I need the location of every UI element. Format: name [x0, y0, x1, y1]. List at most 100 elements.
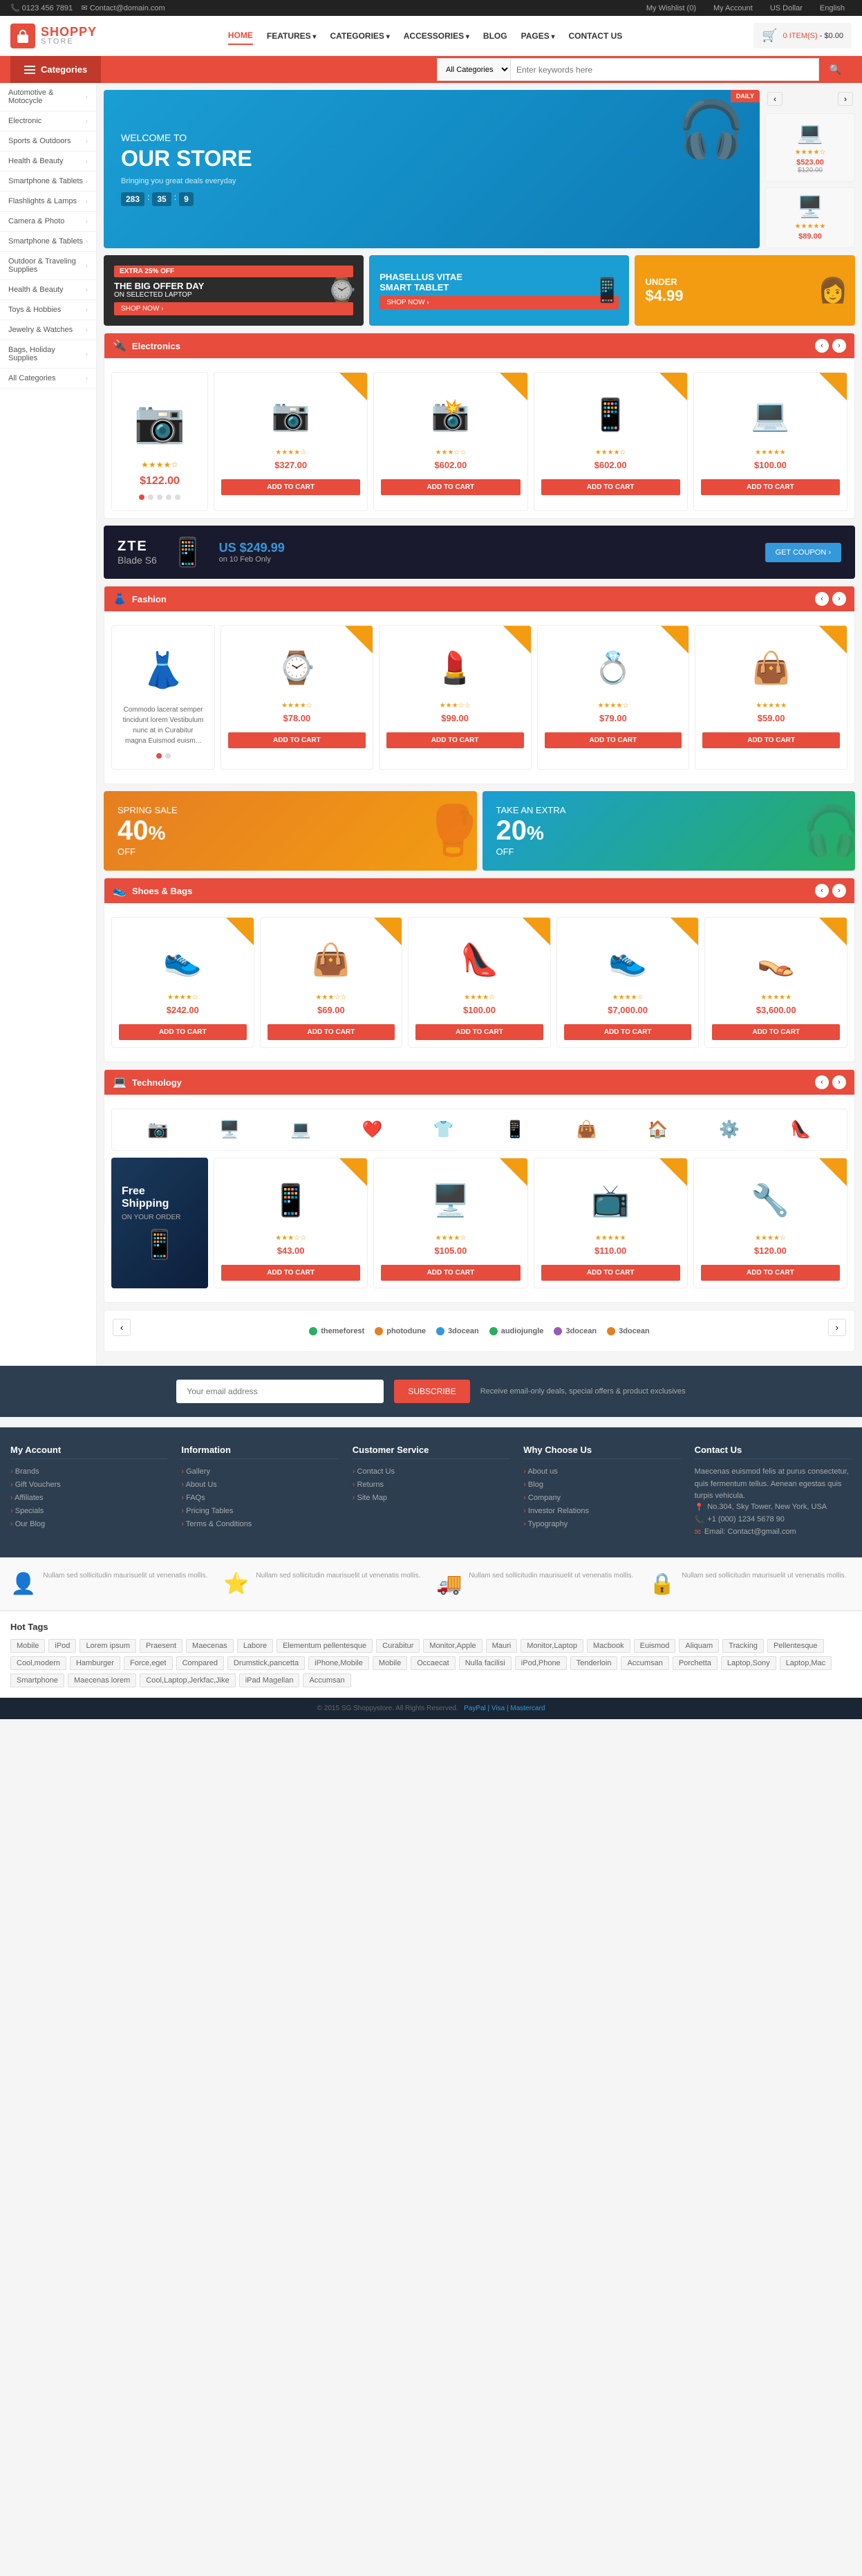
add-to-cart-button[interactable]: ADD TO CART — [268, 1024, 395, 1040]
hero-next-button[interactable]: › — [838, 92, 853, 106]
partner-3docean-2[interactable]: 3docean — [554, 1327, 597, 1335]
nav-features[interactable]: FEATURES — [267, 28, 317, 44]
tag-cool-modern[interactable]: Cool,modern — [10, 1656, 66, 1670]
tag-smartphone[interactable]: Smartphone — [10, 1674, 64, 1687]
add-to-cart-button[interactable]: ADD TO CART — [701, 1265, 840, 1281]
footer-link-contact[interactable]: Contact Us — [353, 1467, 395, 1476]
product-card[interactable]: 📸 ★★★☆☆ $602.00 ADD TO CART — [373, 372, 527, 511]
tag-ipad[interactable]: iPad Magellan — [239, 1674, 300, 1687]
prev-button[interactable]: ‹ — [815, 592, 829, 606]
add-to-cart-button[interactable]: ADD TO CART — [381, 1265, 520, 1281]
add-to-cart-button[interactable]: ADD TO CART — [228, 732, 366, 748]
dot-1[interactable] — [165, 753, 171, 759]
tag-ipod[interactable]: iPod — [48, 1639, 76, 1653]
partner-3docean-3[interactable]: 3docean — [607, 1327, 650, 1335]
next-button[interactable]: › — [832, 339, 846, 353]
footer-link-sitemap[interactable]: Site Map — [353, 1494, 387, 1502]
tag-iphone-mobile[interactable]: iPhone,Mobile — [308, 1656, 369, 1670]
add-to-cart-button[interactable]: ADD TO CART — [545, 732, 682, 748]
sidebar-item-flashlights[interactable]: Flashlights & Lamps › — [0, 192, 96, 212]
nav-blog[interactable]: BLOG — [483, 28, 507, 44]
tab-health[interactable]: ❤️ — [362, 1120, 383, 1140]
tag-laptop-sony[interactable]: Laptop,Sony — [721, 1656, 776, 1670]
sidebar-item-camera[interactable]: Camera & Photo › — [0, 212, 96, 232]
add-to-cart-button[interactable]: ADD TO CART — [221, 1265, 360, 1281]
hero-product-2[interactable]: 🖥️ ★★★★★ $89.00 — [765, 187, 855, 248]
hero-product-1[interactable]: 💻 ★★★★☆ $523.00 $120.00 — [765, 113, 855, 182]
tag-cool-laptop[interactable]: Cool,Laptop,Jerkfac,Jike — [140, 1674, 235, 1687]
sidebar-item-outdoor[interactable]: Outdoor & Traveling Supplies › — [0, 252, 96, 280]
tag-hamburger[interactable]: Hamburger — [70, 1656, 120, 1670]
nav-categories[interactable]: CATEGORIES — [330, 28, 389, 44]
add-to-cart-button[interactable]: ADD TO CART — [702, 732, 840, 748]
tag-mobile-2[interactable]: Mobile — [373, 1656, 407, 1670]
tag-labore[interactable]: Labore — [237, 1639, 273, 1653]
sidebar-item-toys[interactable]: Toys & Hobbies › — [0, 300, 96, 320]
tag-curabitur[interactable]: Curabitur — [376, 1639, 420, 1653]
nav-home[interactable]: HOME — [228, 27, 253, 45]
footer-link-about[interactable]: About Us — [181, 1481, 216, 1489]
tab-monitors[interactable]: 🖥️ — [219, 1120, 240, 1140]
partners-prev-button[interactable]: ‹ — [113, 1319, 131, 1336]
partner-themeforest[interactable]: themeforest — [309, 1327, 364, 1335]
add-to-cart-button[interactable]: ADD TO CART — [119, 1024, 247, 1040]
tag-macbook[interactable]: Macbook — [587, 1639, 630, 1653]
footer-link-pricing[interactable]: Pricing Tables — [181, 1507, 233, 1515]
featured-product[interactable]: 📷 ★★★★☆ $122.00 — [111, 372, 208, 511]
newsletter-email-input[interactable] — [176, 1380, 384, 1403]
dot-2[interactable] — [148, 494, 153, 500]
footer-link-blog[interactable]: Our Blog — [10, 1520, 45, 1528]
tag-force[interactable]: Force,eget — [124, 1656, 173, 1670]
partner-audiojungle[interactable]: audiojungle — [489, 1327, 544, 1335]
currency-selector[interactable]: US Dollar — [770, 4, 803, 12]
footer-link-investor[interactable]: Investor Relations — [523, 1507, 589, 1515]
footer-link-company[interactable]: Company — [523, 1494, 561, 1502]
dot-1[interactable] — [139, 494, 144, 500]
tag-nulla[interactable]: Nulla facilisi — [459, 1656, 512, 1670]
next-button[interactable]: › — [832, 884, 846, 898]
sidebar-item-automotive[interactable]: Automotive & Motocycle › — [0, 83, 96, 111]
tag-mauri[interactable]: Mauri — [486, 1639, 518, 1653]
add-to-cart-button[interactable]: ADD TO CART — [381, 479, 520, 495]
add-to-cart-button[interactable]: ADD TO CART — [541, 479, 680, 495]
partner-photodune[interactable]: photodune — [375, 1327, 426, 1335]
sidebar-item-health2[interactable]: Health & Beauty › — [0, 280, 96, 300]
tab-home[interactable]: 🏠 — [648, 1120, 668, 1140]
tab-phones[interactable]: 📱 — [505, 1120, 525, 1140]
product-card[interactable]: 📱 ★★★★☆ $602.00 ADD TO CART — [534, 372, 688, 511]
dot-3[interactable] — [157, 494, 162, 500]
prev-button[interactable]: ‹ — [815, 884, 829, 898]
footer-link-terms[interactable]: Terms & Conditions — [181, 1520, 252, 1528]
coupon-button[interactable]: GET COUPON › — [765, 543, 841, 562]
spring-sale-banner[interactable]: SPRING SALE 40% OFF 🥊 — [104, 791, 477, 871]
footer-link-about-us[interactable]: About us — [523, 1467, 558, 1476]
product-card[interactable]: 💍 ★★★★☆ $79.00 ADD TO CART — [537, 625, 690, 770]
product-card[interactable]: 🔧 ★★★★☆ $120.00 ADD TO CART — [693, 1158, 847, 1288]
dot-4[interactable] — [166, 494, 171, 500]
product-card[interactable]: 📱 ★★★☆☆ $43.00 ADD TO CART — [214, 1158, 368, 1288]
nav-accessories[interactable]: ACCESSORIES — [404, 28, 469, 44]
tab-settings[interactable]: ⚙️ — [719, 1120, 740, 1140]
logo[interactable]: SHOPPY STORE — [10, 24, 97, 48]
tag-monitor-apple[interactable]: Monitor,Apple — [423, 1639, 482, 1653]
account-link[interactable]: My Account — [713, 4, 753, 12]
tag-tenderloin[interactable]: Tenderloin — [570, 1656, 618, 1670]
product-card[interactable]: 🖥️ ★★★★☆ $105.00 ADD TO CART — [373, 1158, 527, 1288]
footer-link-specials[interactable]: Specials — [10, 1507, 44, 1515]
product-card[interactable]: 💻 ★★★★★ $100.00 ADD TO CART — [693, 372, 847, 511]
tab-clothing[interactable]: 👕 — [433, 1120, 454, 1140]
tag-euismod[interactable]: Euismod — [634, 1639, 676, 1653]
copyright-link[interactable]: PayPal | Visa | Mastercard — [464, 1705, 545, 1712]
sidebar-item-electronic[interactable]: Electronic › — [0, 111, 96, 131]
partners-next-button[interactable]: › — [828, 1319, 846, 1336]
sidebar-item-sports[interactable]: Sports & Outdoors › — [0, 131, 96, 151]
newsletter-subscribe-button[interactable]: SUBSCRIBE — [394, 1380, 469, 1403]
tag-porchetta[interactable]: Porchetta — [673, 1656, 718, 1670]
sidebar-item-bags[interactable]: Bags, Holiday Supplies › — [0, 340, 96, 369]
tag-laptop-mac[interactable]: Laptop,Mac — [780, 1656, 832, 1670]
add-to-cart-button[interactable]: ADD TO CART — [386, 732, 524, 748]
sidebar-item-all[interactable]: All Categories › — [0, 369, 96, 389]
tab-shoes[interactable]: 👠 — [790, 1120, 811, 1140]
tag-tracking[interactable]: Tracking — [722, 1639, 764, 1653]
product-card[interactable]: 👜 ★★★☆☆ $69.00 ADD TO CART — [260, 917, 403, 1048]
